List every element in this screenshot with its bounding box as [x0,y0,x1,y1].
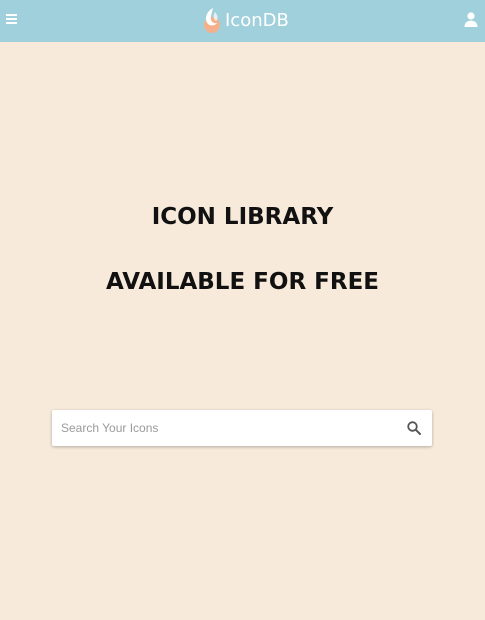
brand-name: IconDB [225,9,289,31]
hero-subtitle: AVAILABLE FOR FREE [105,269,380,295]
user-account-button[interactable] [463,10,479,28]
menu-button[interactable] [4,10,20,28]
search-icon [407,421,421,435]
search-box [52,410,432,446]
icondb-logo-icon [204,8,220,33]
hamburger-menu-icon [6,14,17,24]
top-bar: IconDB [0,0,485,42]
brand-link[interactable]: IconDB [200,4,289,36]
search-input[interactable] [52,410,388,446]
user-icon [464,12,478,27]
search-button[interactable] [406,420,422,436]
hero-title: ICON LIBRARY [151,204,334,230]
